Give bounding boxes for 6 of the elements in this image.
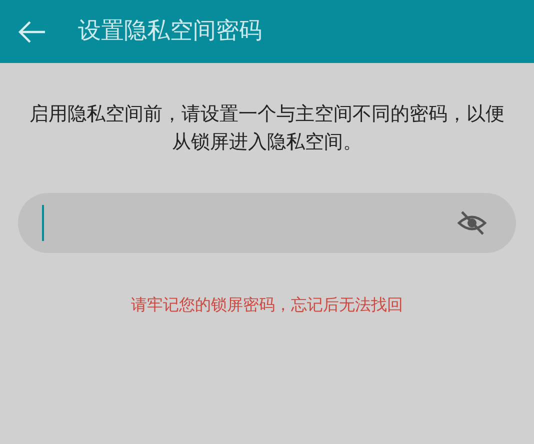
- page-title: 设置隐私空间密码: [78, 17, 262, 46]
- warning-text: 请牢记您的锁屏密码，忘记后无法找回: [131, 294, 403, 316]
- text-cursor: [42, 205, 44, 242]
- description-text: 启用隐私空间前，请设置一个与主空间不同的密码，以便从锁屏进入隐私空间。: [28, 102, 506, 155]
- eye-slash-icon[interactable]: [456, 209, 488, 238]
- back-icon[interactable]: [18, 20, 46, 44]
